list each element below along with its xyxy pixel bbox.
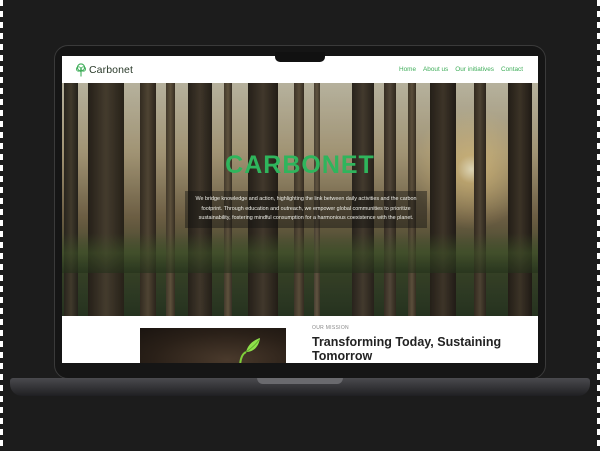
sprout-icon — [239, 338, 260, 363]
mission-title: Transforming Today, Sustaining Tomorrow — [312, 335, 502, 363]
mission-section: OUR MISSION Transforming Today, Sustaini… — [62, 316, 538, 363]
hero-description: We bridge knowledge and action, highligh… — [185, 191, 427, 228]
tree-icon — [75, 62, 87, 76]
site-logo[interactable]: Carbonet — [75, 62, 133, 77]
main-nav: Home About us Our initiatives Contact — [399, 66, 523, 73]
nav-contact-link[interactable]: Contact — [501, 66, 523, 73]
laptop-screen: Carbonet Home About us Our initiatives C… — [62, 56, 538, 363]
dashed-border-left — [0, 0, 3, 451]
camera-notch — [275, 52, 325, 62]
nav-initiatives-link[interactable]: Our initiatives — [455, 66, 494, 73]
laptop-opening-lip — [257, 378, 343, 384]
logo-text: Carbonet — [89, 63, 133, 76]
mission-label: OUR MISSION — [312, 325, 349, 331]
mission-image — [140, 328, 286, 363]
nav-about-link[interactable]: About us — [423, 66, 448, 73]
hero-title: CARBONET — [225, 151, 375, 179]
nav-home-link[interactable]: Home — [399, 66, 416, 73]
hero-section: CARBONET We bridge knowledge and action,… — [62, 83, 538, 316]
